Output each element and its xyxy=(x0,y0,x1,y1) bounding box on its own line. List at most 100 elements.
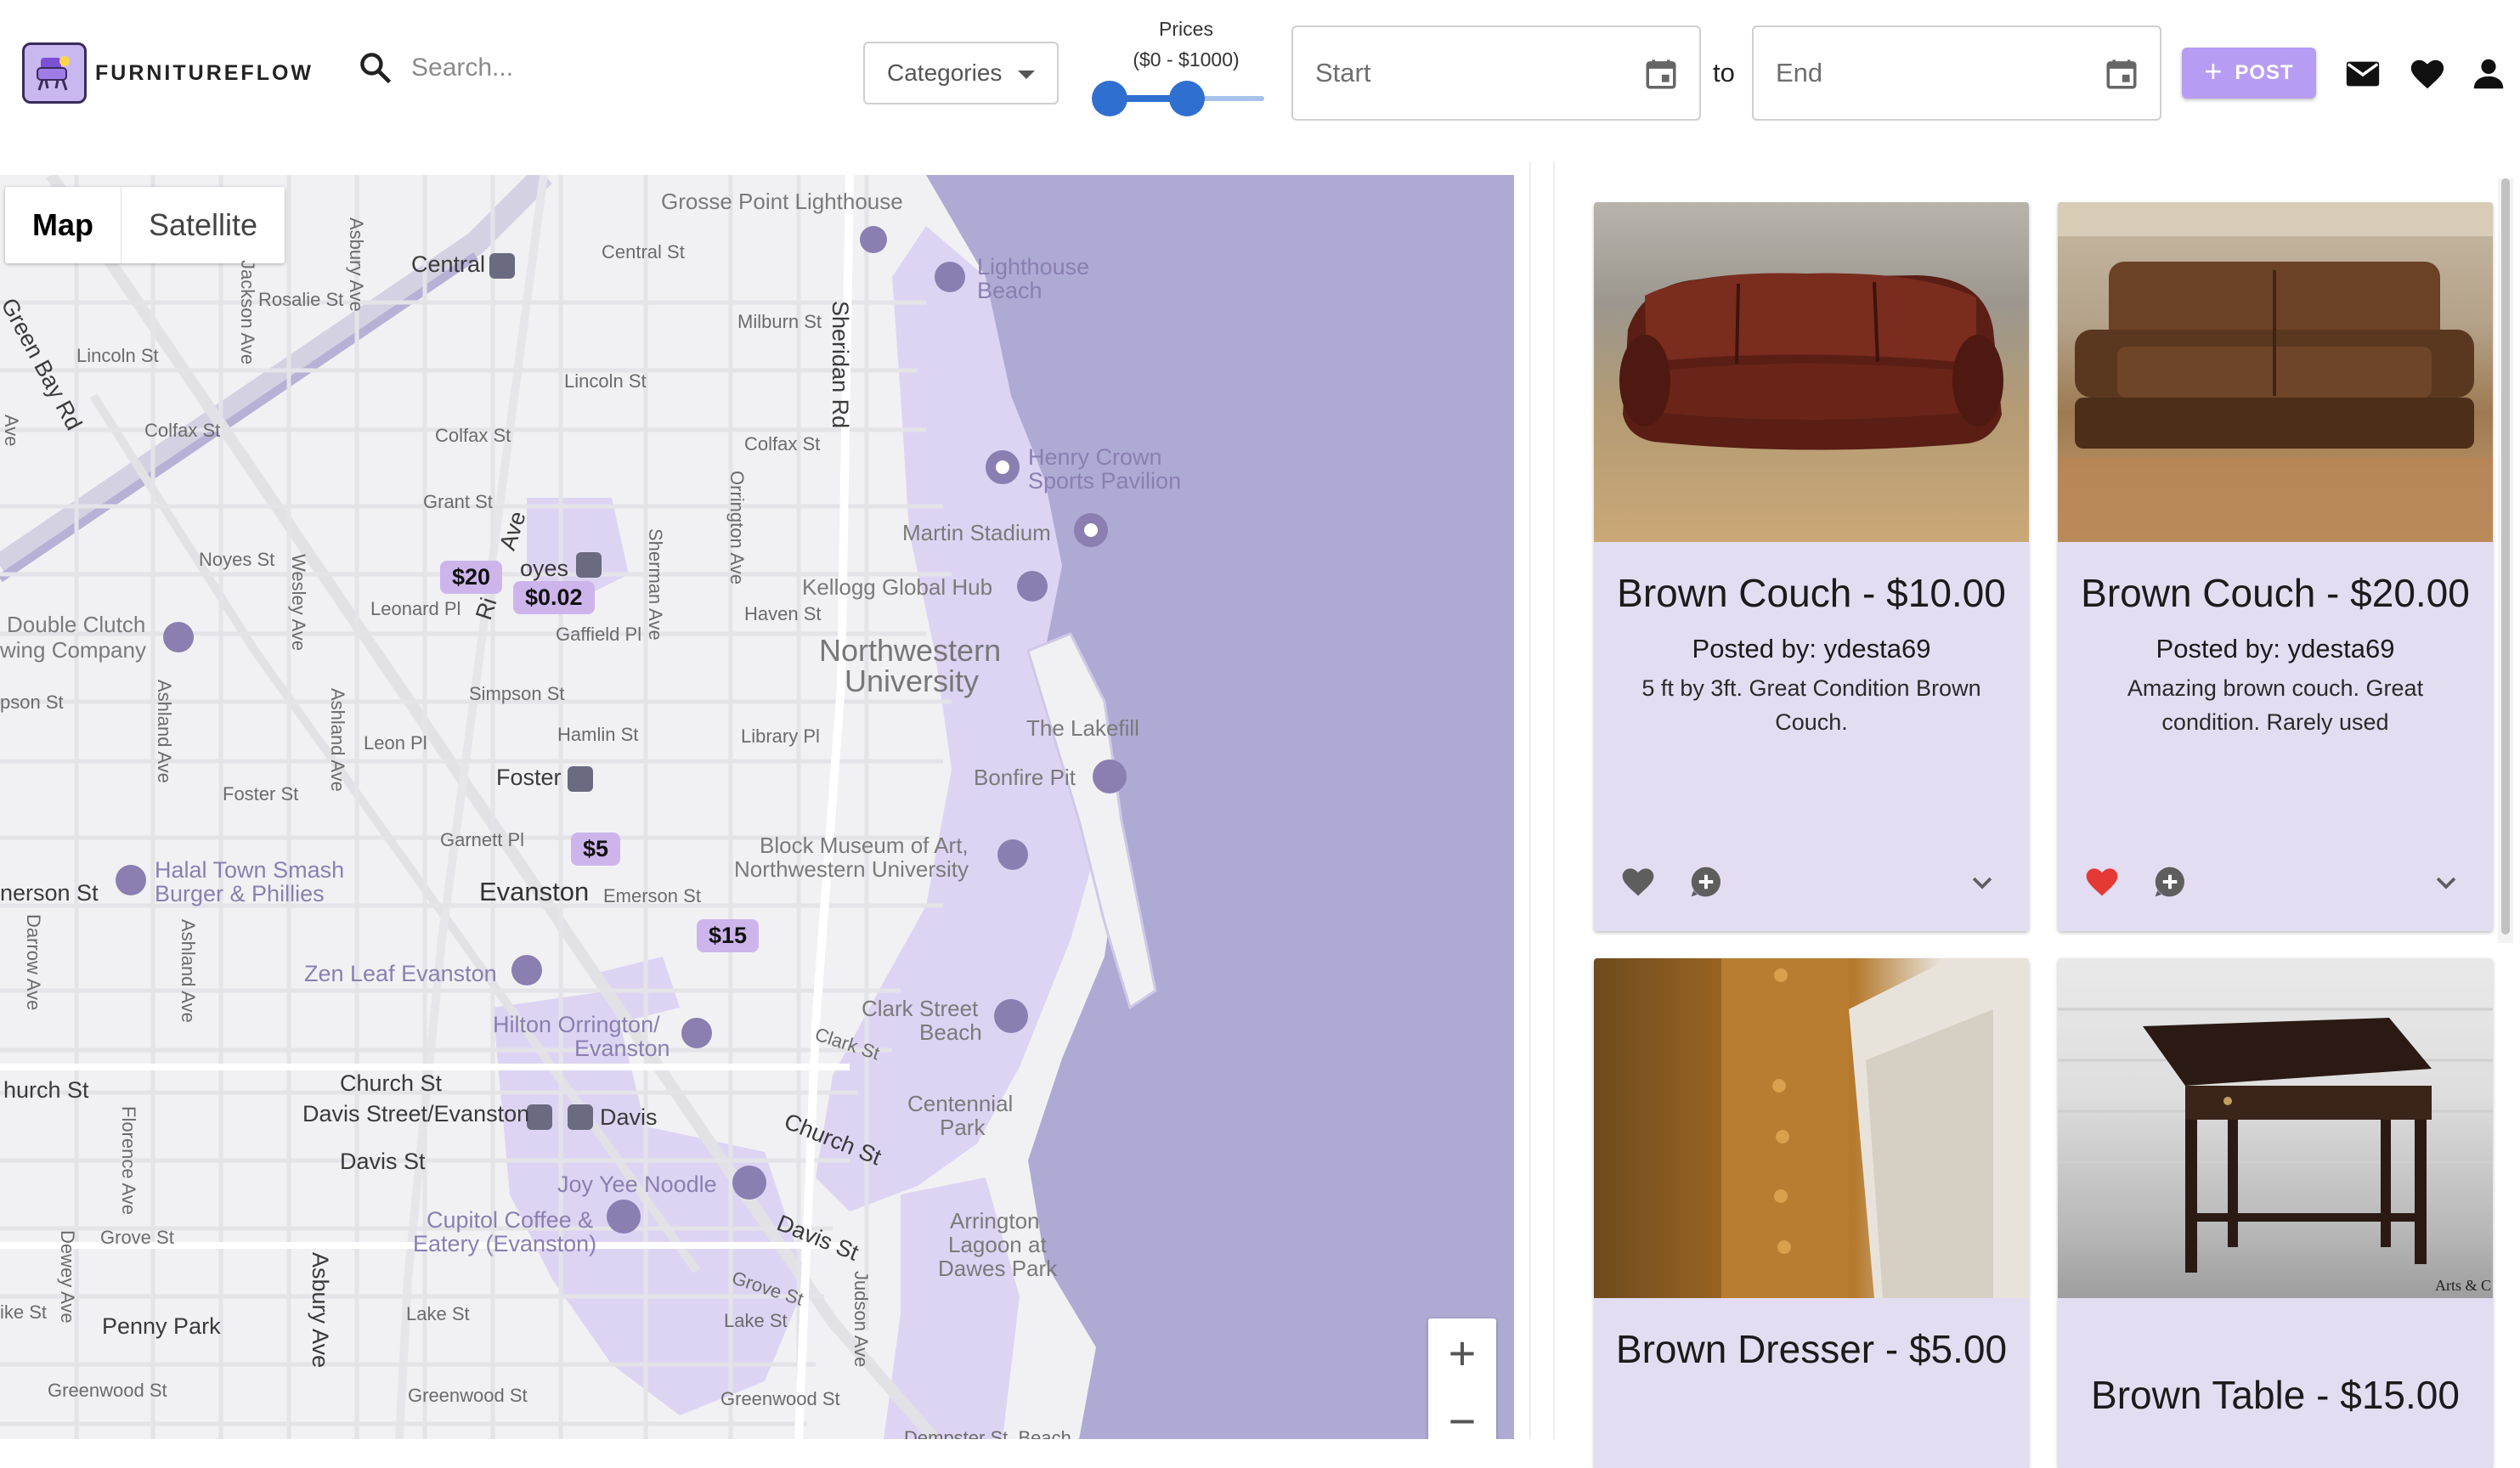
top-app-bar: FURNITUREFLOW Categories Prices ($0 - $1… xyxy=(0,0,2520,161)
map-label: Ave xyxy=(1,415,22,447)
prices-title: Prices xyxy=(1159,18,1213,40)
map-label: Ashland Ave xyxy=(178,919,199,1023)
post-button[interactable]: + POST xyxy=(2182,48,2316,99)
listing-card[interactable]: Brown Dresser - $5.00 xyxy=(1594,958,2029,1468)
map-label: University xyxy=(845,663,980,698)
listing-photo[interactable] xyxy=(1594,958,2029,1298)
map-label: The Lakefill xyxy=(1026,715,1139,741)
map-label: Bonfire Pit xyxy=(974,765,1076,790)
map-price-marker[interactable]: $5 xyxy=(571,833,621,866)
map-view[interactable]: Map Satellite Grosse Point Lighthouse Li… xyxy=(0,175,1514,1439)
map-label: Gaffield Pl xyxy=(556,624,642,645)
listing-title[interactable]: Brown Table - $15.00 xyxy=(2058,1368,2493,1422)
end-date-placeholder: End xyxy=(1776,58,1823,88)
listings-scrollbar[interactable] xyxy=(2498,178,2513,943)
favorite-heart-icon[interactable] xyxy=(2083,863,2121,901)
map-label: pson St xyxy=(0,692,64,713)
map-label: Wesley Ave xyxy=(288,554,309,652)
zoom-in-button[interactable]: + xyxy=(1428,1318,1496,1386)
map-label: Lincoln St xyxy=(76,345,159,366)
price-filter: Prices ($0 - $1000) xyxy=(1084,14,1288,75)
end-date-field[interactable]: End xyxy=(1752,25,2161,121)
map-label: Sports Pavilion xyxy=(1028,468,1182,494)
scrollbar-thumb[interactable] xyxy=(2501,178,2510,934)
map-label: Dempster St. Beach xyxy=(904,1427,1071,1439)
listing-title[interactable]: Brown Couch - $10.00 xyxy=(1594,566,2029,620)
expand-more-icon[interactable] xyxy=(1968,868,1997,897)
tab-satellite[interactable]: Satellite xyxy=(121,187,285,263)
price-slider[interactable] xyxy=(1092,81,1264,116)
prices-range: ($0 - $1000) xyxy=(1133,48,1240,71)
search-input[interactable] xyxy=(411,54,768,82)
map-label: Double Clutch xyxy=(7,612,146,637)
listing-photo[interactable] xyxy=(1594,202,2029,542)
map-label: Northwestern xyxy=(819,633,1002,668)
categories-label: Categories xyxy=(887,59,1003,86)
map-label: Lake St xyxy=(724,1310,788,1331)
logo[interactable]: FURNITUREFLOW xyxy=(22,42,314,104)
map-label: Darrow Ave xyxy=(23,914,44,1011)
zoom-out-button[interactable]: − xyxy=(1428,1386,1496,1440)
map-price-marker[interactable]: $20 xyxy=(440,561,503,594)
map-price-marker[interactable]: $0.02 xyxy=(513,581,595,614)
map-label: Colfax St xyxy=(744,433,821,455)
map-label: Lake St xyxy=(406,1303,470,1324)
map-label: Church St xyxy=(340,1070,443,1096)
map-label: Foster St xyxy=(223,783,299,805)
heart-icon[interactable] xyxy=(2408,54,2447,93)
listing-title[interactable]: Brown Couch - $20.00 xyxy=(2058,566,2493,620)
categories-select[interactable]: Categories xyxy=(863,42,1059,104)
map-label: Dawes Park xyxy=(938,1256,1058,1281)
slider-thumb-max[interactable] xyxy=(1169,81,1205,116)
map-label: wing Company xyxy=(0,637,146,663)
map-label: Judson Ave xyxy=(850,1271,872,1368)
map-label: Florence Ave xyxy=(118,1106,139,1216)
start-date-field[interactable]: Start xyxy=(1291,25,1701,121)
listing-card[interactable]: Brown Couch - $20.00 Posted by: ydesta69… xyxy=(2058,202,2493,931)
listing-card[interactable]: Brown Couch - $10.00 Posted by: ydesta69… xyxy=(1594,202,2029,931)
listing-title[interactable]: Brown Dresser - $5.00 xyxy=(1594,1322,2029,1376)
listing-poster: Posted by: ydesta69 xyxy=(2156,634,2395,663)
calendar-icon[interactable] xyxy=(1643,56,1679,92)
card-actions xyxy=(1594,863,2029,906)
map-label: Colfax St xyxy=(435,425,511,446)
search-icon[interactable] xyxy=(357,49,394,87)
map-label: Clark Street xyxy=(862,996,979,1021)
map-price-marker[interactable]: $15 xyxy=(697,919,760,952)
map-label: Park xyxy=(940,1115,986,1140)
panel-divider[interactable] xyxy=(1529,161,1555,1439)
map-label: Davis Street/Evanston xyxy=(302,1101,530,1126)
map-label: Asbury Ave xyxy=(308,1252,333,1369)
map-label: Leonard Pl xyxy=(370,598,461,619)
add-comment-icon[interactable] xyxy=(2151,863,2189,901)
map-label: Lighthouse xyxy=(977,254,1090,279)
account-icon[interactable] xyxy=(2469,54,2508,93)
slider-thumb-min[interactable] xyxy=(1092,81,1127,116)
map-label: Eatery (Evanston) xyxy=(413,1231,597,1256)
map-label: Hilton Orrington/ xyxy=(493,1012,660,1037)
map-label: Noyes St xyxy=(199,549,275,570)
listing-photo[interactable]: Arts & C xyxy=(2058,958,2493,1298)
tab-map[interactable]: Map xyxy=(5,187,121,263)
map-label: Foster xyxy=(496,765,562,790)
map-label: Jackson Ave xyxy=(237,260,258,365)
map-label: Davis xyxy=(600,1104,658,1130)
add-comment-icon[interactable] xyxy=(1687,863,1725,901)
favorite-heart-icon[interactable] xyxy=(1619,863,1657,901)
mail-icon[interactable] xyxy=(2343,54,2382,93)
calendar-icon[interactable] xyxy=(2104,56,2139,92)
map-label: Simpson St xyxy=(469,683,565,704)
map-label: Central xyxy=(411,251,486,277)
listing-photo[interactable] xyxy=(2058,202,2493,542)
map-label: Garnett Pl xyxy=(440,829,525,850)
expand-more-icon[interactable] xyxy=(2432,868,2461,897)
listing-card[interactable]: Arts & C Brown Table - $15.00 xyxy=(2058,958,2493,1468)
map-label: Lagoon at xyxy=(948,1232,1047,1257)
listing-poster: Posted by: ydesta69 xyxy=(1692,634,1931,663)
map-label: Greenwood St xyxy=(408,1385,528,1406)
map-label: Grosse Point Lighthouse xyxy=(661,189,903,214)
map-label: Haven St xyxy=(744,603,822,624)
map-label: Zen Leaf Evanston xyxy=(304,961,497,986)
map-label: Asbury Ave xyxy=(346,217,367,312)
map-label: Davis St xyxy=(340,1149,426,1174)
